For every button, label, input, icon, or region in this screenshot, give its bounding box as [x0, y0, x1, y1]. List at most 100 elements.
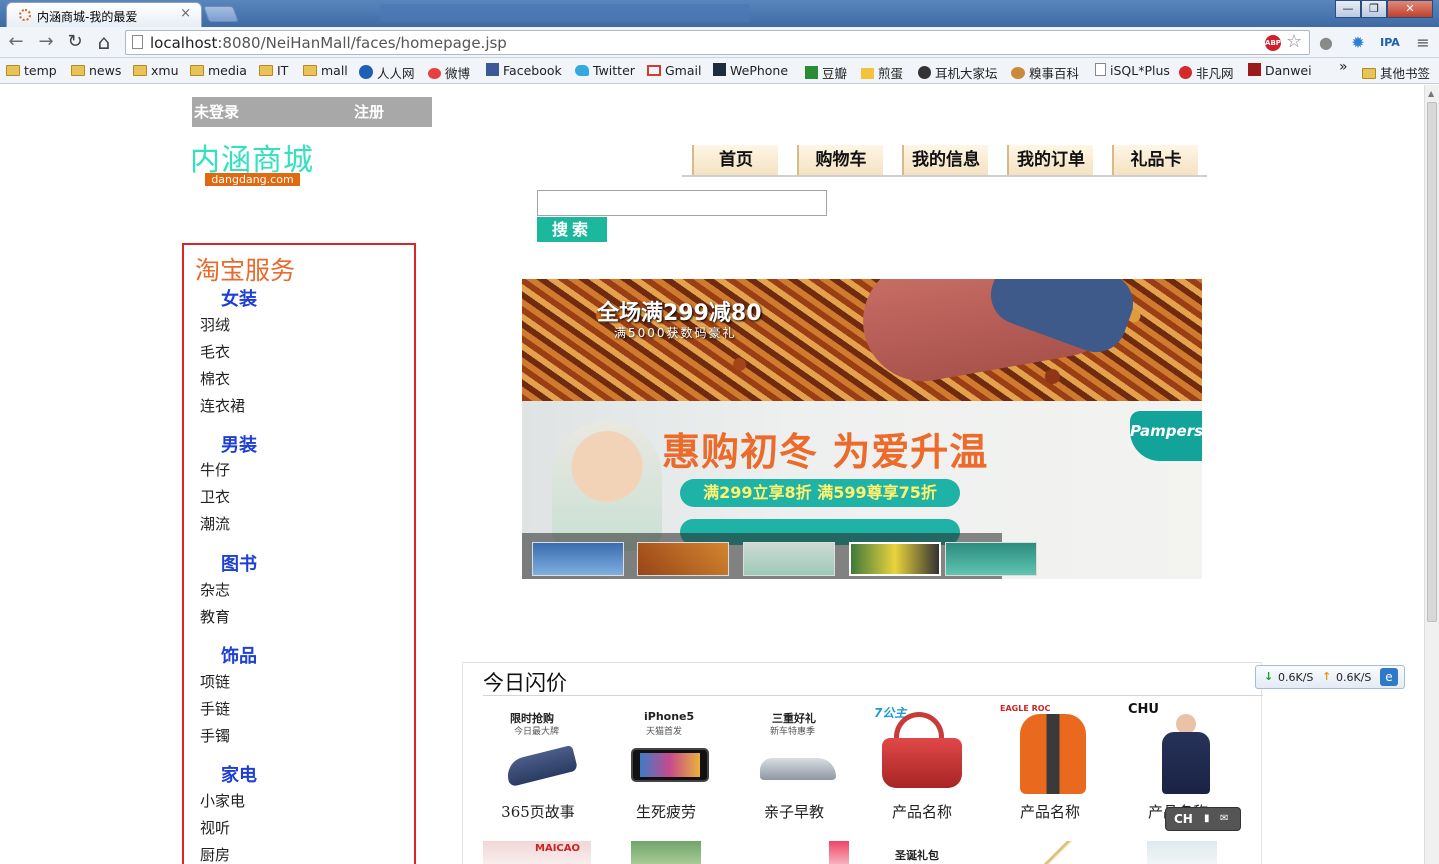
scrollbar-thumb[interactable] — [1427, 102, 1437, 622]
gear-extension-icon[interactable]: ✹ — [1348, 33, 1368, 53]
upload-speed: 0.6K/S — [1336, 671, 1372, 684]
bookmark-weibo[interactable]: 微博 — [428, 63, 470, 82]
category-item[interactable]: 棉衣 — [200, 368, 230, 389]
renren-icon — [359, 65, 373, 79]
banner-thumb[interactable] — [743, 542, 835, 576]
bookmark-gmail[interactable]: Gmail — [647, 63, 701, 78]
category-item[interactable]: 卫衣 — [200, 486, 230, 507]
category-accessories[interactable]: 饰品 — [221, 642, 257, 668]
product-card[interactable]: EAGLE ROC 产品名称 — [995, 704, 1105, 828]
jacket-image: EAGLE ROC — [1000, 704, 1100, 798]
more-bookmarks-chevron-icon[interactable]: » — [1339, 59, 1348, 75]
category-item[interactable]: 连衣裙 — [200, 395, 245, 416]
nav-cart[interactable]: 购物车 — [797, 145, 883, 175]
browser-tab[interactable]: 内涵商城-我的最爱 × — [6, 2, 202, 27]
other-bookmarks[interactable]: 其他书签 — [1362, 63, 1430, 82]
forward-icon[interactable]: → — [34, 31, 58, 55]
bookmark-twitter[interactable]: Twitter — [575, 63, 635, 78]
search-input[interactable] — [537, 190, 827, 216]
bookmark-xmu[interactable]: xmu — [133, 63, 179, 78]
bookmark-wephone[interactable]: WePhone — [713, 63, 788, 78]
bookmark-isqlplus[interactable]: iSQL*Plus — [1095, 63, 1170, 78]
category-item[interactable]: 项链 — [200, 671, 230, 692]
category-item[interactable]: 牛仔 — [200, 459, 230, 480]
category-item[interactable]: 毛衣 — [200, 341, 230, 362]
product-card[interactable]: iPhone5 天猫首发 生死疲劳 — [611, 708, 721, 828]
bookmark-facebook[interactable]: Facebook — [486, 63, 562, 78]
adblock-icon[interactable]: ABP — [1265, 35, 1281, 51]
bookmark-news[interactable]: news — [71, 63, 121, 78]
product-card[interactable]: 7公主 产品名称 — [867, 706, 977, 828]
bookmark-jiandan[interactable]: 煎蛋 — [861, 63, 903, 82]
nav-my-info[interactable]: 我的信息 — [902, 145, 988, 175]
category-books[interactable]: 图书 — [221, 550, 257, 576]
page-scrollbar[interactable]: ▲ — [1424, 85, 1439, 864]
address-bar[interactable]: localhost:8080/NeiHanMall/faces/homepage… — [125, 30, 1310, 55]
product-card[interactable]: 圣诞礼包 — [883, 841, 991, 864]
banner-thumb[interactable] — [945, 542, 1037, 576]
new-tab-button[interactable] — [203, 6, 239, 22]
bookmark-erji[interactable]: 耳机大家坛 — [918, 63, 998, 82]
banner-thumbnail-strip — [522, 533, 1037, 579]
banner-thumb[interactable] — [637, 542, 729, 576]
category-item[interactable]: 杂志 — [200, 579, 230, 600]
login-link[interactable]: 未登录 — [194, 101, 239, 122]
ime-indicator[interactable]: CH ▮ ✉ — [1165, 807, 1241, 831]
banner-thumb[interactable] — [532, 542, 624, 576]
bookmark-it[interactable]: IT — [259, 63, 288, 78]
category-men[interactable]: 男装 — [221, 431, 257, 457]
category-item[interactable]: 小家电 — [200, 790, 245, 811]
product-card[interactable] — [631, 841, 701, 864]
category-appliances[interactable]: 家电 — [221, 761, 257, 787]
category-item[interactable]: 厨房 — [200, 844, 230, 864]
search-button[interactable]: 搜索 — [537, 217, 607, 242]
close-window-button[interactable]: ✕ — [1387, 0, 1433, 18]
promo-banner[interactable]: 全场满299减80 满5000获数码豪礼 惠购初冬 为爱升温 满299立享8折 … — [522, 279, 1202, 579]
category-item[interactable]: 手链 — [200, 698, 230, 719]
product-card[interactable] — [829, 841, 849, 864]
menu-icon[interactable]: ≡ — [1413, 33, 1433, 53]
ime-mode-icon[interactable]: ▮ — [1204, 808, 1210, 830]
bookmark-danwei[interactable]: Danwei — [1248, 63, 1312, 78]
minimize-button[interactable]: — — [1335, 0, 1361, 18]
category-item[interactable]: 潮流 — [200, 513, 230, 534]
product-card[interactable] — [1147, 841, 1217, 864]
category-item[interactable]: 手镯 — [200, 725, 230, 746]
category-item[interactable]: 教育 — [200, 606, 230, 627]
bookmark-mall[interactable]: mall — [303, 63, 348, 78]
maximize-button[interactable]: ❐ — [1361, 0, 1387, 18]
page-viewport: 未登录 注册 内涵商城 dangdang.com 首页 购物车 我的信息 我的订… — [0, 85, 1424, 864]
ie-icon[interactable]: e — [1380, 668, 1398, 686]
register-link[interactable]: 注册 — [354, 101, 384, 122]
bookmark-feifan[interactable]: 非凡网 — [1179, 63, 1234, 82]
product-card[interactable]: 限时抢购 今日最大牌 365页故事 — [483, 708, 593, 828]
scroll-up-icon[interactable]: ▲ — [1428, 89, 1434, 98]
category-women[interactable]: 女装 — [221, 285, 257, 311]
ipa-extension-icon[interactable]: IPA — [1380, 33, 1400, 53]
bookmark-renren[interactable]: 人人网 — [359, 63, 415, 82]
network-monitor-widget[interactable]: ↓ 0.6K/S ↑ 0.6K/S e — [1255, 665, 1405, 689]
product-card[interactable]: MAICAO — [483, 841, 591, 864]
reload-icon[interactable]: ↻ — [63, 31, 87, 55]
folder-icon — [303, 65, 317, 76]
page-icon — [132, 35, 143, 49]
bookmark-douban[interactable]: 豆瓣 — [805, 63, 847, 82]
banner-thumb-active[interactable] — [849, 542, 941, 576]
product-card[interactable]: 三重好礼 新车特惠季 亲子早教 — [739, 708, 849, 828]
nav-my-orders[interactable]: 我的订单 — [1007, 145, 1093, 175]
back-icon[interactable]: ← — [4, 31, 28, 55]
bookmark-temp[interactable]: temp — [6, 63, 57, 78]
bookmark-media[interactable]: media — [190, 63, 247, 78]
car-image: 三重好礼 新车特惠季 — [744, 708, 844, 798]
bookmark-star-icon[interactable]: ☆ — [1286, 31, 1302, 52]
nav-home[interactable]: 首页 — [692, 145, 778, 175]
category-item[interactable]: 羽绒 — [200, 314, 230, 335]
ime-chat-icon[interactable]: ✉ — [1220, 808, 1228, 830]
globe-extension-icon[interactable]: ● — [1316, 33, 1336, 53]
nav-gift-card[interactable]: 礼品卡 — [1112, 145, 1198, 175]
tab-close-icon[interactable]: × — [180, 6, 191, 21]
category-item[interactable]: 视听 — [200, 817, 230, 838]
home-icon[interactable]: ⌂ — [92, 31, 116, 55]
bookmark-qiushi[interactable]: 糗事百科 — [1011, 63, 1079, 82]
product-card[interactable] — [999, 841, 1107, 864]
